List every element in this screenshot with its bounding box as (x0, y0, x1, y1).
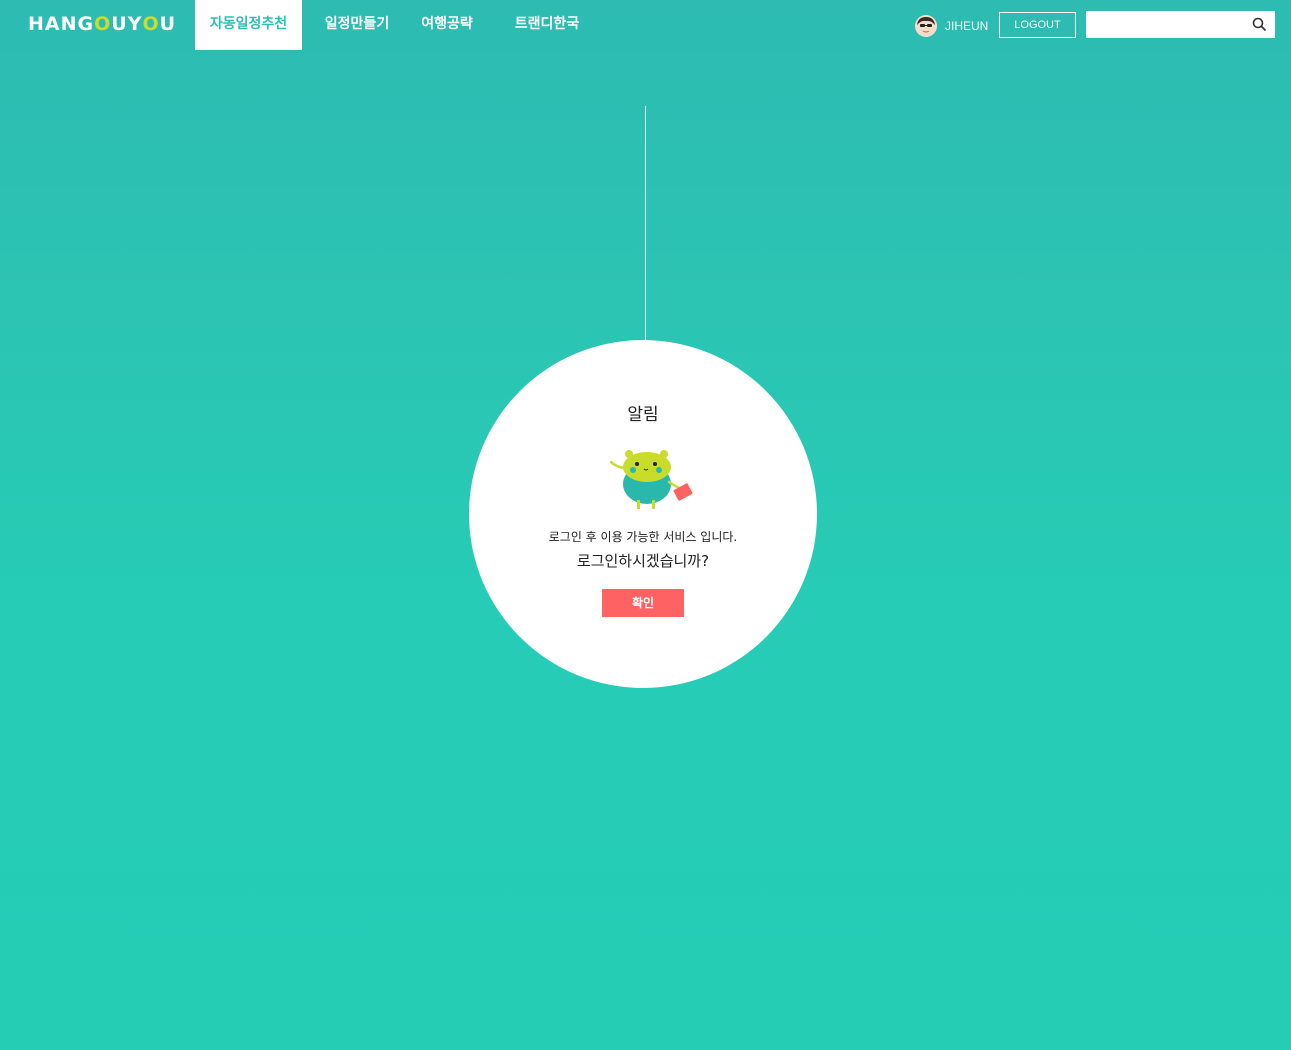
nav-item-travel-guide[interactable]: 여행공략 (415, 0, 479, 50)
user-info[interactable]: JIHEUN (915, 14, 988, 38)
header: HANG O UY O U 자동일정추천 일정만들기 여행공략 트랜디한국 JIHEUN… (0, 0, 1291, 50)
modal-title: 알림 (627, 405, 659, 425)
nav-item-auto-schedule[interactable]: 자동일정추천 (195, 0, 302, 50)
bear-mascot-icon (609, 448, 699, 510)
alert-modal: 알림 로그인 후 이용 가능한 서비스 입니다. 로그인하시겠습니까? 확인 (469, 340, 817, 688)
search-icon[interactable] (1252, 17, 1267, 32)
user-name[interactable]: JIHEUN (945, 19, 988, 33)
logo[interactable]: HANG O UY O U (28, 12, 176, 36)
search-input[interactable] (1086, 11, 1246, 38)
logo-o: O (94, 13, 112, 35)
logo-o: O (142, 13, 160, 35)
avatar-icon (915, 15, 937, 37)
modal-message-line1: 로그인 후 이용 가능한 서비스 입니다. (548, 530, 738, 544)
modal-hanging-string (645, 106, 646, 342)
modal-message-line2: 로그인하시겠습니까? (576, 552, 710, 570)
logo-text-part: UY (111, 13, 143, 35)
nav-item-make-schedule[interactable]: 일정만들기 (319, 0, 395, 50)
avatar[interactable] (915, 15, 937, 37)
nav-item-trendy-korea[interactable]: 트랜디한국 (508, 0, 586, 50)
search-box (1086, 11, 1275, 38)
logo-text-part: HANG (28, 13, 95, 35)
confirm-button[interactable]: 확인 (602, 589, 684, 617)
logout-button[interactable]: LOGOUT (999, 12, 1076, 38)
logo-text-part: U (159, 13, 177, 35)
